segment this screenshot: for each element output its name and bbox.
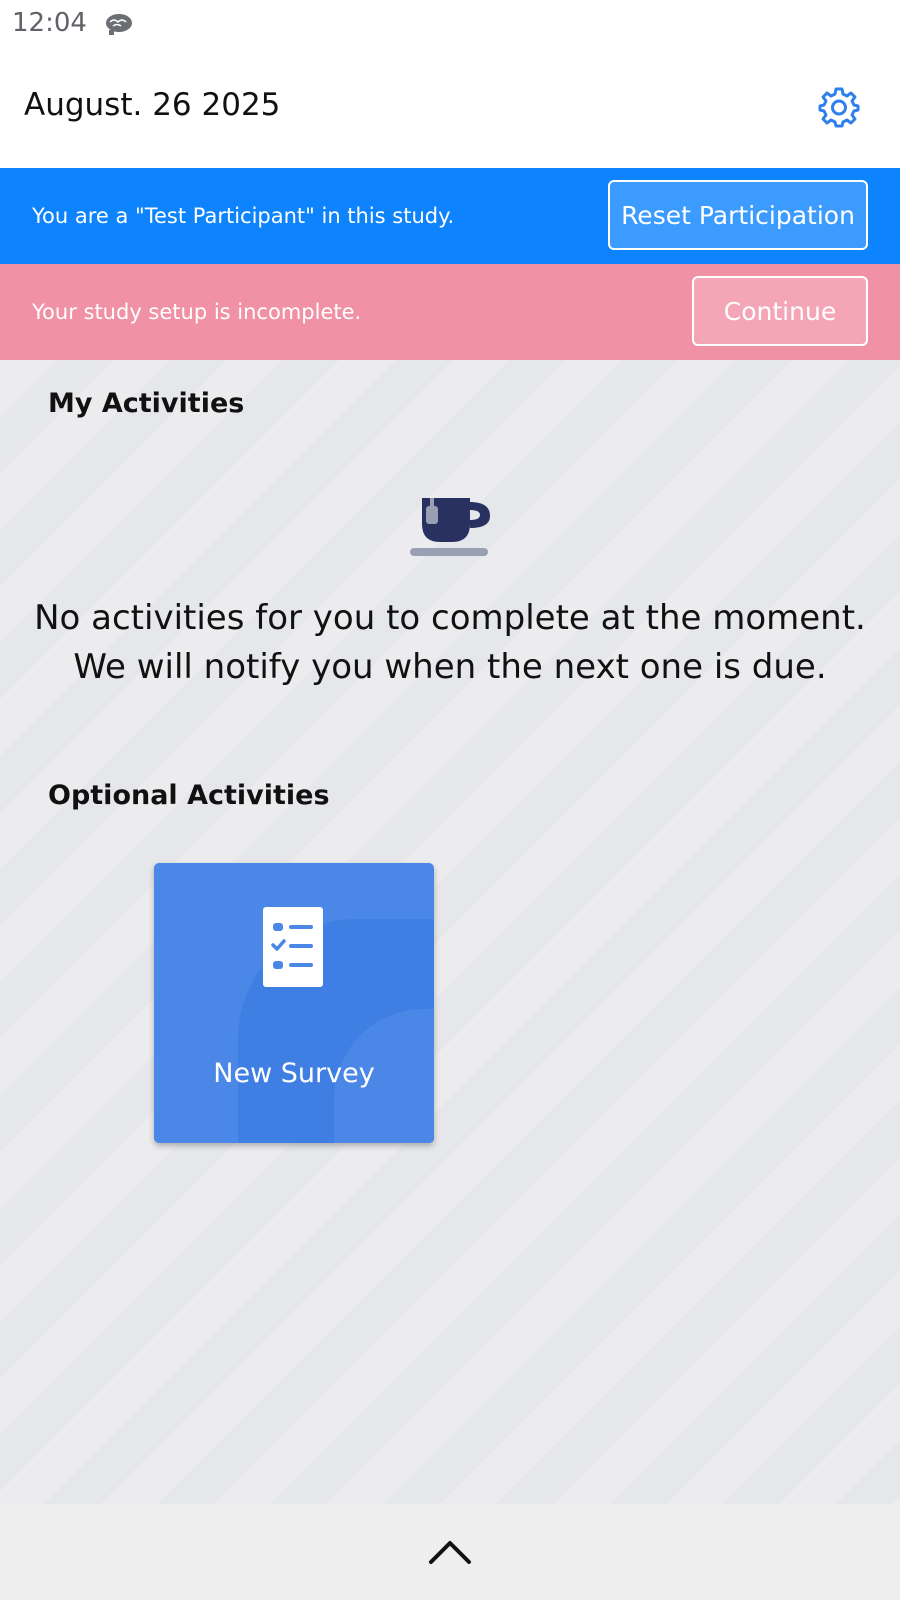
brain-icon (104, 12, 134, 36)
test-participant-text: You are a "Test Participant" in this stu… (32, 204, 455, 228)
empty-activities-message: No activities for you to complete at the… (0, 594, 900, 692)
setup-incomplete-banner: Your study setup is incomplete. Continue (0, 264, 900, 360)
new-survey-card[interactable]: New Survey (154, 863, 434, 1143)
reset-participation-button[interactable]: Reset Participation (608, 180, 868, 250)
gear-icon (818, 87, 860, 128)
empty-message-line2: We will notify you when the next one is … (73, 647, 827, 687)
status-time: 12:04 (12, 8, 87, 38)
main-content: My Activities No activities for you to c… (0, 360, 900, 1504)
coffee-cup-icon (408, 498, 492, 556)
optional-activities-title: Optional Activities (48, 780, 330, 811)
checklist-icon (263, 907, 323, 987)
my-activities-title: My Activities (48, 388, 245, 419)
status-bar: 12:04 (0, 0, 900, 50)
expand-button[interactable] (428, 1536, 472, 1566)
chevron-up-icon (429, 1541, 471, 1564)
continue-button[interactable]: Continue (692, 276, 868, 346)
test-participant-banner: You are a "Test Participant" in this stu… (0, 168, 900, 264)
header: August. 26 2025 (0, 50, 900, 168)
survey-label: New Survey (213, 1058, 375, 1089)
settings-button[interactable] (818, 86, 860, 128)
bottom-bar (0, 1504, 900, 1600)
empty-message-line1: No activities for you to complete at the… (34, 598, 866, 638)
setup-incomplete-text: Your study setup is incomplete. (32, 300, 362, 324)
page-title: August. 26 2025 (24, 87, 281, 123)
